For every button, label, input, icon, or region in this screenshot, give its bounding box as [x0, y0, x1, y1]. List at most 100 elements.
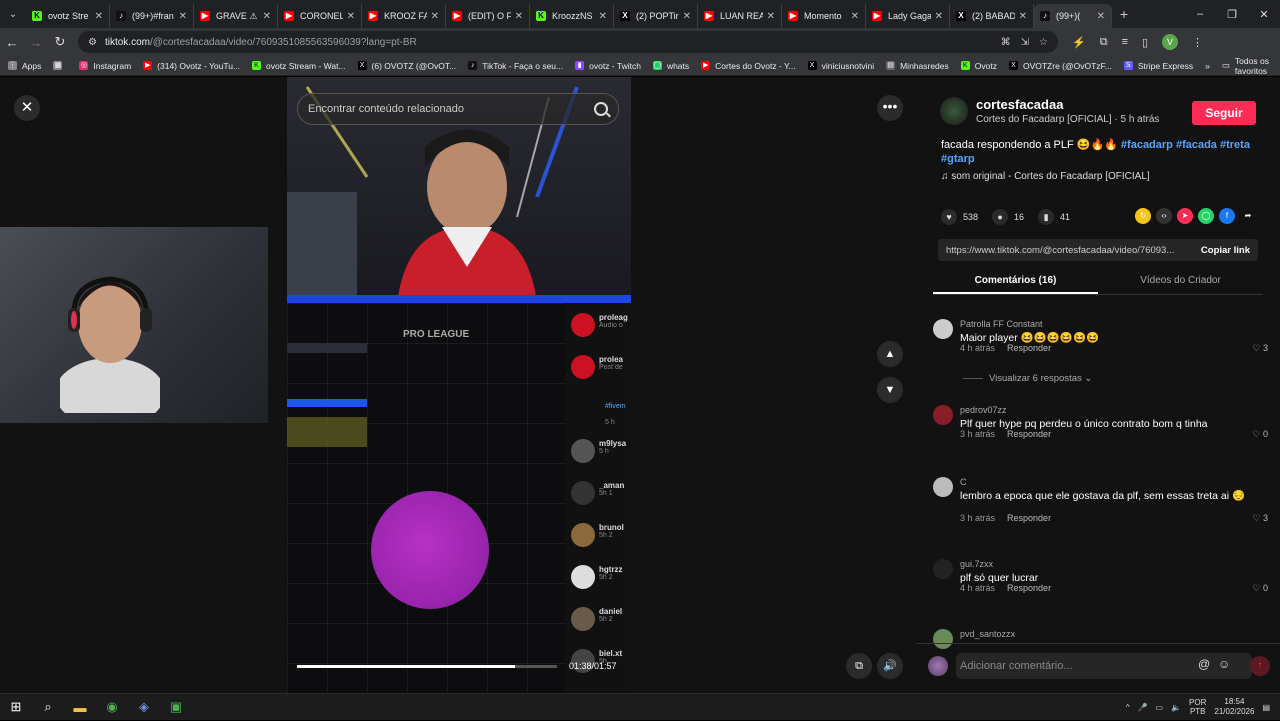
bookmark-item[interactable]: ▤ Minhasredes [886, 61, 949, 71]
close-video-button[interactable]: ✕ [14, 95, 40, 121]
whatsapp-icon[interactable]: ◯ [1198, 208, 1214, 224]
bookmark-item[interactable]: ◎ Instagram [79, 61, 131, 71]
like-icon[interactable]: ♥ [941, 209, 957, 225]
bookmark-item[interactable]: ♪ TikTok - Faça o seu... [468, 61, 563, 71]
bookmark-item[interactable]: K Ovotz [960, 61, 997, 71]
author-avatar[interactable] [940, 97, 968, 125]
bookmark-item[interactable]: ⋮ Apps [8, 61, 41, 71]
commenter-name[interactable]: pedrov07zz [960, 405, 1007, 415]
commenter-avatar[interactable] [933, 405, 953, 425]
commenter-avatar[interactable] [933, 319, 953, 339]
comment-like[interactable]: ♡ 3 [1252, 343, 1268, 354]
browser-tab[interactable]: ▶ (EDIT) O F ✕ [446, 4, 530, 28]
video-player[interactable]: PRO LEAGUE proleag Áudio o prolea Post de m9… [287, 77, 631, 693]
install-icon[interactable]: ⇲ [1021, 37, 1029, 48]
browser-tab[interactable]: ▶ LUAN REA ✕ [698, 4, 782, 28]
comment-like[interactable]: ♡ 3 [1252, 513, 1268, 524]
browser-tab[interactable]: ▶ KROOZ FA ✕ [362, 4, 446, 28]
reply-button[interactable]: Responder [1007, 583, 1051, 593]
side-list-item[interactable]: m9lysa 5 h [571, 439, 629, 463]
send-friend-icon[interactable]: ➤ [1177, 208, 1193, 224]
close-tab-icon[interactable]: ✕ [851, 11, 859, 22]
embed-icon[interactable]: ‹› [1156, 208, 1172, 224]
extensions-puzzle-icon[interactable]: ⧉ [1100, 36, 1108, 49]
new-tab-button[interactable]: + [1112, 6, 1136, 22]
forward-icon[interactable]: → [24, 35, 48, 50]
send-comment-button[interactable]: ↑ [1250, 656, 1270, 676]
commenter-name[interactable]: Patrolla FF Constant [960, 319, 1043, 329]
restore-icon[interactable]: ❐ [1216, 8, 1248, 21]
browser-tab[interactable]: ▶ GRAVE ⚠ ✕ [194, 4, 278, 28]
author-name[interactable]: cortesfacadaa [976, 97, 1159, 112]
previous-video-button[interactable]: ▲ [877, 341, 903, 367]
side-list-hashtag[interactable]: #fivem [605, 403, 626, 410]
comment-icon[interactable]: ● [992, 209, 1009, 225]
browser-tab[interactable]: K KroozzNS ✕ [530, 4, 614, 28]
video-progress-bar[interactable] [297, 665, 557, 668]
bookmark-item[interactable]: Kovotz Stream - Wat... [252, 61, 346, 71]
clock[interactable]: 18:54 21/02/2026 [1214, 697, 1254, 717]
bookmark-item[interactable]: ▶ (314) Ovotz - YouTu... [143, 61, 240, 71]
extension-icon[interactable]: ⚡ [1072, 36, 1086, 49]
close-tab-icon[interactable]: ✕ [347, 11, 355, 22]
bookmark-item[interactable]: S Stripe Express [1123, 61, 1193, 71]
file-explorer-icon[interactable]: ▬ [64, 694, 96, 721]
reply-button[interactable]: Responder [1007, 513, 1051, 523]
comment-like[interactable]: ♡ 0 [1252, 429, 1268, 440]
close-tab-icon[interactable]: ✕ [767, 11, 775, 22]
reading-list-icon[interactable]: ≡ [1122, 36, 1128, 48]
close-tab-icon[interactable]: ✕ [179, 11, 187, 22]
language-indicator[interactable]: POR PTB [1189, 698, 1206, 716]
author-block[interactable]: cortesfacadaa Cortes do Facadarp [OFICIA… [940, 97, 1159, 125]
network-icon[interactable]: ▭ [1156, 703, 1164, 712]
close-tab-icon[interactable]: ✕ [935, 11, 943, 22]
related-search-input[interactable]: Encontrar conteúdo relacionado [297, 93, 619, 125]
reload-icon[interactable]: ↻ [48, 34, 72, 50]
side-list-item[interactable]: hgtrzz 5h 2 [571, 565, 629, 589]
music-link[interactable]: ♫ som original - Cortes do Facadarp [OFI… [941, 171, 1150, 182]
tray-chevron-icon[interactable]: ^ [1126, 703, 1130, 712]
browser-tab[interactable]: ♪ (99+)(✕ [1034, 4, 1112, 28]
reply-button[interactable]: Responder [1007, 429, 1051, 439]
view-replies-button[interactable]: Visualizar 6 respostas ⌄ [963, 373, 1092, 384]
search-icon[interactable] [594, 102, 608, 116]
side-list-item[interactable]: prolea Post de [571, 355, 629, 379]
url-input[interactable]: ⚙ tiktok.com/@cortesfacadaa/video/760935… [78, 31, 1058, 53]
comment-like[interactable]: ♡ 0 [1252, 583, 1268, 594]
mention-icon[interactable]: @ [1198, 657, 1210, 671]
close-window-icon[interactable]: ✕ [1248, 8, 1280, 21]
site-info-icon[interactable]: ⚙ [88, 37, 97, 48]
side-list-item[interactable]: proleag Áudio o [571, 313, 629, 337]
browser-tab[interactable]: ▶ CORONEL ✕ [278, 4, 362, 28]
emoji-icon[interactable]: ☺ [1218, 657, 1230, 671]
side-list-item[interactable]: daniel 5h 2 [571, 607, 629, 631]
tab-comments[interactable]: Comentários (16) [933, 273, 1098, 294]
speaker-icon[interactable]: 🔈 [1171, 703, 1181, 712]
repost-icon[interactable]: ↻ [1135, 208, 1151, 224]
browser-tab[interactable]: X (2) BABAD ✕ [950, 4, 1034, 28]
bookmark-item[interactable]: ▶ Cortes do Ovotz - Y... [701, 61, 796, 71]
translate-icon[interactable]: ⌘ [1001, 37, 1011, 48]
side-list-item[interactable]: brunol 5h 2 [571, 523, 629, 547]
close-tab-icon[interactable]: ✕ [1097, 11, 1105, 22]
close-tab-icon[interactable]: ✕ [263, 11, 271, 22]
picture-in-picture-button[interactable]: ⧉ [846, 653, 872, 679]
windows-start-icon[interactable]: ⊞ [0, 694, 32, 721]
bookmarks-overflow[interactable]: » [1205, 61, 1210, 71]
browser-tab[interactable]: ▶ Momento ✕ [782, 4, 866, 28]
back-icon[interactable]: ← [0, 35, 24, 50]
bookmark-item[interactable]: X (6) OVOTZ (@OvOT... [357, 61, 456, 71]
close-tab-icon[interactable]: ✕ [95, 11, 103, 22]
bookmark-item[interactable]: X OVOTZre (@OvOTzF... [1008, 61, 1112, 71]
browser-tab[interactable]: ♪ (99+)#fran ✕ [110, 4, 194, 28]
terminal-icon[interactable]: ▣ [160, 694, 192, 721]
side-panel-icon[interactable]: ▯ [1142, 36, 1148, 49]
discord-icon[interactable]: ◈ [128, 694, 160, 721]
chrome-icon[interactable]: ◉ [96, 694, 128, 721]
close-tab-icon[interactable]: ✕ [683, 11, 691, 22]
tab-creator-videos[interactable]: Vídeos do Criador [1098, 273, 1263, 294]
close-tab-icon[interactable]: ✕ [599, 11, 607, 22]
copy-link-button[interactable]: Copiar link [1201, 245, 1250, 256]
share-arrow-icon[interactable]: ➦ [1240, 208, 1256, 224]
volume-button[interactable]: 🔊 [877, 653, 903, 679]
